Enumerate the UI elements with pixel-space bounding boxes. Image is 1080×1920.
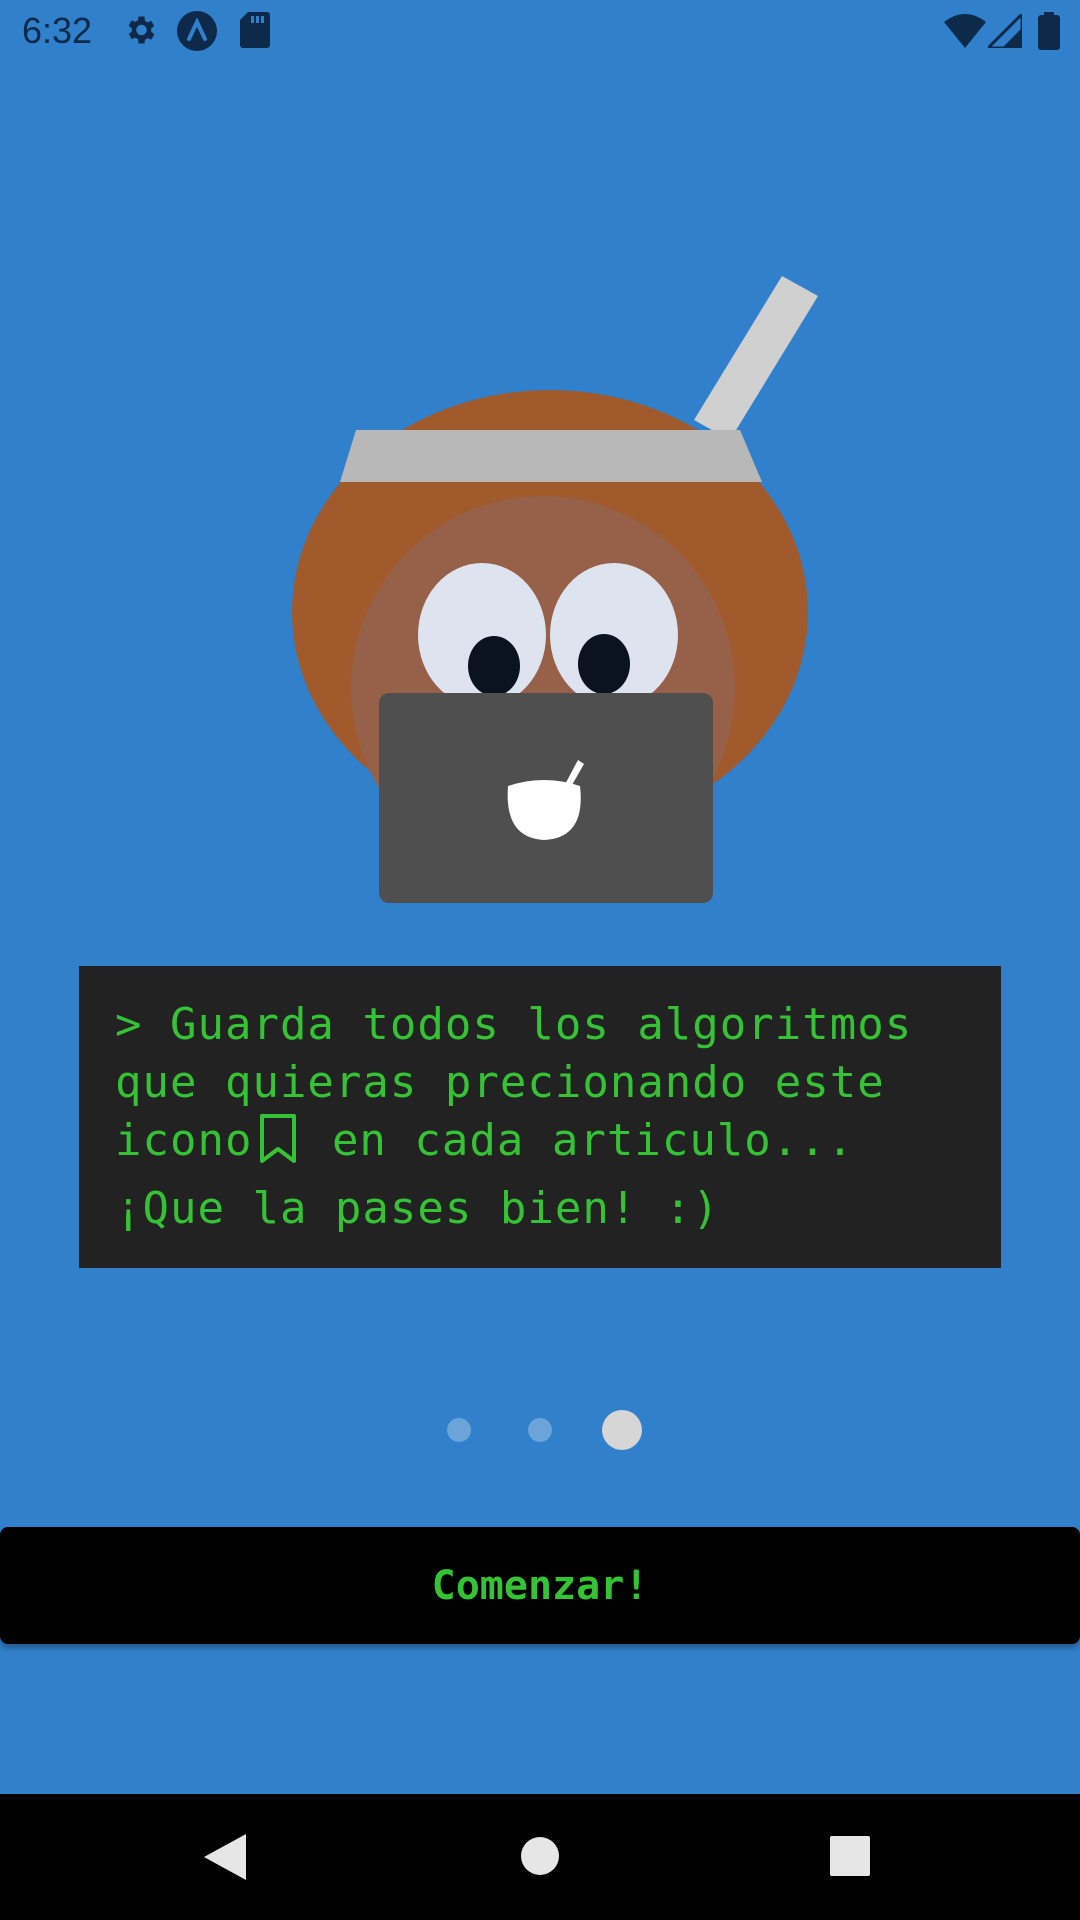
page-dot-3-active[interactable] — [602, 1410, 642, 1450]
bombilla-straw — [694, 276, 818, 440]
left-pupil — [468, 636, 520, 696]
terminal-message-box: > Guarda todos los algoritmos que quiera… — [79, 966, 1001, 1268]
page-indicator — [0, 1410, 1080, 1450]
cell-signal-icon — [984, 10, 1024, 53]
wifi-icon — [944, 14, 986, 53]
recents-icon[interactable] — [830, 1836, 870, 1881]
terminal-line-1: > Guarda todos los algoritmos — [115, 999, 913, 1050]
navigation-bar — [0, 1794, 1080, 1920]
mate-rim — [340, 430, 762, 482]
sd-card-icon — [240, 12, 270, 53]
page-dot-1[interactable] — [447, 1418, 471, 1442]
status-time: 6:32 — [22, 10, 93, 51]
bookmark-icon — [258, 1113, 298, 1180]
terminal-line-2: que quieras precionando este — [115, 1057, 885, 1108]
back-icon[interactable] — [204, 1834, 246, 1885]
page-dot-2[interactable] — [528, 1418, 552, 1442]
terminal-line-4: ¡Que la pases bien! :) — [115, 1183, 720, 1234]
status-bar: 6:32 — [0, 0, 1080, 64]
home-icon[interactable] — [520, 1836, 560, 1881]
mate-illustration — [0, 260, 1080, 920]
start-button-label: Comenzar! — [431, 1562, 649, 1609]
terminal-line-3-start: icono — [115, 1115, 253, 1166]
battery-icon — [1038, 12, 1060, 55]
terminal-line-3-end: en cada articulo... — [304, 1115, 855, 1166]
gear-icon — [122, 12, 158, 53]
terminal-line-3: icono en cada articulo... — [115, 1112, 965, 1180]
android-auto-icon — [176, 10, 218, 57]
start-button[interactable]: Comenzar! — [0, 1527, 1080, 1644]
right-pupil — [578, 634, 630, 694]
